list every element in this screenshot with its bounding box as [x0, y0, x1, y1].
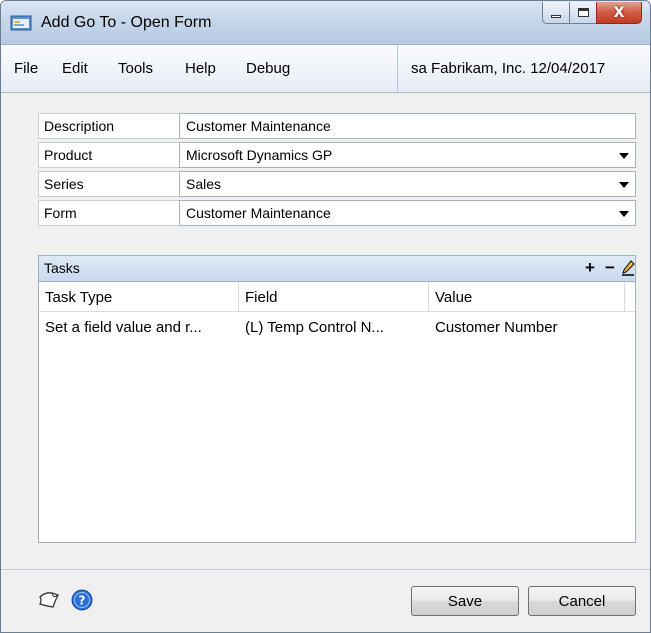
chevron-down-icon[interactable]	[619, 211, 629, 217]
add-goto-window: Add Go To - Open Form X File Edit Tools …	[0, 0, 651, 633]
table-row[interactable]: Set a field value and r... (L) Temp Cont…	[39, 312, 635, 342]
menu-tools[interactable]: Tools	[118, 60, 153, 77]
user-company-date[interactable]: sa Fabrikam, Inc. 12/04/2017	[411, 60, 605, 77]
series-dropdown[interactable]: Sales	[179, 171, 636, 197]
cancel-button[interactable]: Cancel	[528, 586, 636, 616]
close-button[interactable]: X	[596, 2, 642, 24]
product-label: Product	[38, 142, 179, 168]
menu-bar: File Edit Tools Help Debug sa Fabrikam, …	[1, 45, 650, 93]
series-label: Series	[38, 171, 179, 197]
menu-debug[interactable]: Debug	[246, 60, 290, 77]
tasks-panel: Tasks + − Task Type Field Value Set a fi…	[38, 255, 636, 543]
series-row: Series Sales	[38, 171, 636, 197]
remove-task-icon[interactable]: −	[605, 258, 615, 278]
product-row: Product Microsoft Dynamics GP	[38, 142, 636, 168]
title-bar[interactable]: Add Go To - Open Form X	[1, 1, 650, 45]
menu-help[interactable]: Help	[185, 60, 216, 77]
close-icon: X	[613, 4, 625, 21]
chevron-down-icon[interactable]	[619, 153, 629, 159]
cell-field: (L) Temp Control N...	[245, 319, 384, 336]
product-value: Microsoft Dynamics GP	[186, 147, 333, 163]
column-field[interactable]: Field	[239, 282, 429, 312]
menu-edit[interactable]: Edit	[62, 60, 88, 77]
cell-value: Customer Number	[435, 319, 558, 336]
footer-divider	[1, 569, 650, 570]
series-value: Sales	[186, 176, 222, 192]
caption-buttons: X	[542, 2, 642, 24]
form-label: Form	[38, 200, 179, 226]
chevron-down-icon[interactable]	[619, 182, 629, 188]
description-row: Description Customer Maintenance	[38, 113, 636, 139]
pencil-icon[interactable]	[621, 260, 635, 276]
description-value: Customer Maintenance	[186, 118, 331, 134]
form-value: Customer Maintenance	[186, 205, 331, 221]
minimize-icon	[551, 15, 561, 18]
help-icon[interactable]: ?	[71, 589, 93, 611]
menu-divider	[397, 45, 398, 93]
tasks-title: Tasks	[44, 260, 80, 276]
form-dropdown[interactable]: Customer Maintenance	[179, 200, 636, 226]
maximize-icon	[577, 8, 589, 17]
column-task-type[interactable]: Task Type	[39, 282, 239, 312]
svg-text:?: ?	[79, 594, 86, 608]
minimize-button[interactable]	[542, 2, 570, 24]
menu-file[interactable]: File	[14, 60, 38, 77]
column-value[interactable]: Value	[429, 282, 625, 312]
tasks-column-headers: Task Type Field Value	[39, 282, 635, 312]
save-button[interactable]: Save	[411, 586, 519, 616]
add-task-icon[interactable]: +	[585, 258, 595, 278]
product-dropdown[interactable]: Microsoft Dynamics GP	[179, 142, 636, 168]
form-row: Form Customer Maintenance	[38, 200, 636, 226]
tasks-header: Tasks + −	[39, 256, 635, 282]
description-label: Description	[38, 113, 179, 139]
description-input[interactable]: Customer Maintenance	[179, 113, 636, 139]
cell-task-type: Set a field value and r...	[45, 319, 202, 336]
form-app-icon	[10, 15, 32, 31]
window-title: Add Go To - Open Form	[41, 14, 212, 31]
maximize-button[interactable]	[569, 2, 597, 24]
note-icon[interactable]	[37, 589, 61, 611]
